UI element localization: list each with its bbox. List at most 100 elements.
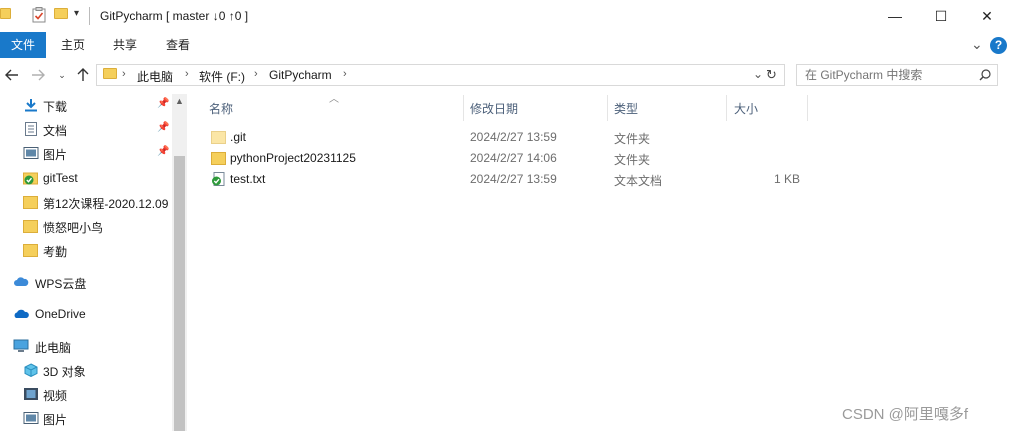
nav-item-pictures-2[interactable]: 图片 (0, 407, 170, 429)
column-divider[interactable] (726, 95, 727, 121)
address-bar[interactable]: › 此电脑 › 软件 (F:) › GitPycharm › ⌄ (96, 64, 785, 86)
tab-view[interactable]: 查看 (163, 32, 193, 58)
nav-item-label: 3D 对象 (43, 365, 86, 379)
navigation-scrollbar[interactable]: ▲ (172, 94, 187, 431)
breadcrumb-drive[interactable]: 软件 (F:) (199, 68, 245, 85)
column-header-size[interactable]: 大小 (734, 100, 758, 117)
sort-ascending-icon: ︿ (329, 94, 339, 105)
column-header-date[interactable]: 修改日期 (470, 100, 518, 117)
nav-item-downloads[interactable]: 下载 📌 (0, 94, 170, 116)
file-name: .git (230, 130, 247, 144)
customize-quick-access-icon[interactable]: ▾ (74, 8, 79, 19)
nav-item-3d-objects[interactable]: 3D 对象 (0, 359, 170, 381)
nav-item-label: 此电脑 (35, 341, 72, 355)
address-history-dropdown-icon[interactable]: ⌄ (753, 67, 763, 81)
nav-item-gittest[interactable]: gitTest (0, 167, 170, 189)
nav-item-label: 图片 (43, 148, 68, 162)
pin-icon[interactable]: 📌 (157, 146, 169, 157)
file-name: pythonProject20231125 (230, 151, 356, 165)
expand-ribbon-icon[interactable]: ⌄ (971, 36, 983, 53)
nav-item-this-pc[interactable]: 此电脑 (0, 335, 170, 357)
folder-icon (23, 220, 38, 233)
maximize-button[interactable]: ☐ (918, 0, 964, 32)
chevron-down-icon: ⌄ (58, 69, 66, 80)
scroll-up-arrow-icon[interactable]: ▲ (175, 96, 184, 106)
breadcrumb-separator-icon[interactable]: › (122, 68, 126, 80)
nav-item-pictures[interactable]: 图片 📌 (0, 142, 170, 164)
file-row[interactable]: test.txt 2024/2/27 13:59 文本文档 1 KB (205, 169, 825, 190)
tab-home[interactable]: 主页 (58, 32, 88, 58)
file-list: ︿ 名称 修改日期 类型 大小 .git 2024/2/27 13:59 文件夹… (195, 90, 1010, 431)
file-type: 文本文档 (614, 174, 663, 188)
window-title: GitPycharm [ master ↓0 ↑0 ] (100, 9, 249, 23)
nav-item-label: 图片 (43, 413, 68, 427)
close-icon: ✕ (981, 7, 993, 24)
nav-item-onedrive[interactable]: OneDrive (0, 303, 170, 325)
column-divider[interactable] (807, 95, 808, 121)
nav-item-videos[interactable]: 视频 (0, 383, 170, 405)
nav-item-attendance[interactable]: 考勤 (0, 239, 170, 261)
breadcrumb-this-pc[interactable]: 此电脑 (137, 68, 173, 85)
scrollbar-thumb[interactable] (174, 156, 185, 431)
git-text-file-icon (212, 172, 225, 186)
minimize-icon: — (888, 8, 902, 24)
tab-file[interactable]: 文件 (0, 32, 46, 58)
pin-icon[interactable]: 📌 (157, 98, 169, 109)
search-input[interactable] (805, 67, 975, 83)
file-row[interactable]: pythonProject20231125 2024/2/27 14:06 文件… (205, 148, 825, 169)
nav-item-label: 第12次课程-2020.12.09 (43, 197, 169, 211)
navigation-pane: 下载 📌 文档 📌 图片 📌 gitTest 第12次课程-2020.12.09… (0, 90, 188, 431)
up-button[interactable] (73, 65, 93, 85)
watermark: CSDN @阿里嘎多f (842, 406, 969, 423)
nav-item-label: 视频 (43, 389, 68, 403)
file-date: 2024/2/27 14:06 (470, 151, 557, 165)
recent-locations-button[interactable]: ⌄ (52, 65, 72, 85)
file-date: 2024/2/27 13:59 (470, 130, 557, 144)
file-row[interactable]: .git 2024/2/27 13:59 文件夹 (205, 127, 825, 148)
video-icon (24, 388, 38, 400)
nav-item-wps-cloud[interactable]: WPS云盘 (0, 271, 170, 293)
download-icon (25, 99, 37, 112)
breadcrumb-separator-icon[interactable]: › (185, 68, 189, 80)
nav-item-course-folder[interactable]: 第12次课程-2020.12.09 (0, 191, 170, 213)
minimize-button[interactable]: — (872, 0, 918, 32)
column-divider[interactable] (607, 95, 608, 121)
nav-item-label: WPS云盘 (35, 277, 87, 291)
picture-icon (23, 412, 39, 424)
file-type: 文件夹 (614, 132, 651, 146)
folder-icon (23, 244, 38, 257)
search-icon[interactable] (979, 69, 991, 81)
close-button[interactable]: ✕ (964, 0, 1010, 32)
nav-item-angry-birds[interactable]: 愤怒吧小鸟 (0, 215, 170, 237)
column-divider[interactable] (463, 95, 464, 121)
picture-icon (23, 147, 39, 159)
nav-item-label: 文档 (43, 124, 68, 138)
cloud-icon (14, 277, 29, 286)
forward-button[interactable] (28, 65, 48, 85)
computer-icon (13, 339, 29, 352)
nav-item-label: 愤怒吧小鸟 (43, 221, 104, 235)
nav-item-label: 下载 (43, 100, 68, 114)
nav-item-documents[interactable]: 文档 📌 (0, 118, 170, 140)
pin-icon[interactable]: 📌 (157, 122, 169, 133)
onedrive-icon (14, 309, 29, 318)
title-bar: ▾ GitPycharm [ master ↓0 ↑0 ] — ☐ ✕ (0, 0, 1010, 32)
column-header-name[interactable]: 名称 (209, 100, 233, 117)
refresh-icon[interactable]: ↻ (766, 67, 777, 83)
nav-item-label: 考勤 (43, 245, 68, 259)
up-arrow-icon (77, 68, 89, 81)
address-row: ⌄ › 此电脑 › 软件 (F:) › GitPycharm › ⌄ ↻ (0, 61, 1010, 89)
file-name: test.txt (230, 172, 266, 186)
back-button[interactable] (2, 65, 22, 85)
breadcrumb-current-folder[interactable]: GitPycharm (269, 68, 332, 82)
new-folder-icon[interactable] (54, 8, 68, 19)
file-date: 2024/2/27 13:59 (470, 172, 557, 186)
properties-icon[interactable] (32, 7, 46, 26)
breadcrumb-separator-icon[interactable]: › (343, 68, 347, 80)
tab-share[interactable]: 共享 (110, 32, 140, 58)
search-box[interactable] (796, 64, 998, 86)
file-size: 1 KB (773, 172, 800, 186)
help-icon[interactable]: ? (990, 37, 1007, 54)
breadcrumb-separator-icon[interactable]: › (254, 68, 258, 80)
column-header-type[interactable]: 类型 (614, 100, 638, 117)
